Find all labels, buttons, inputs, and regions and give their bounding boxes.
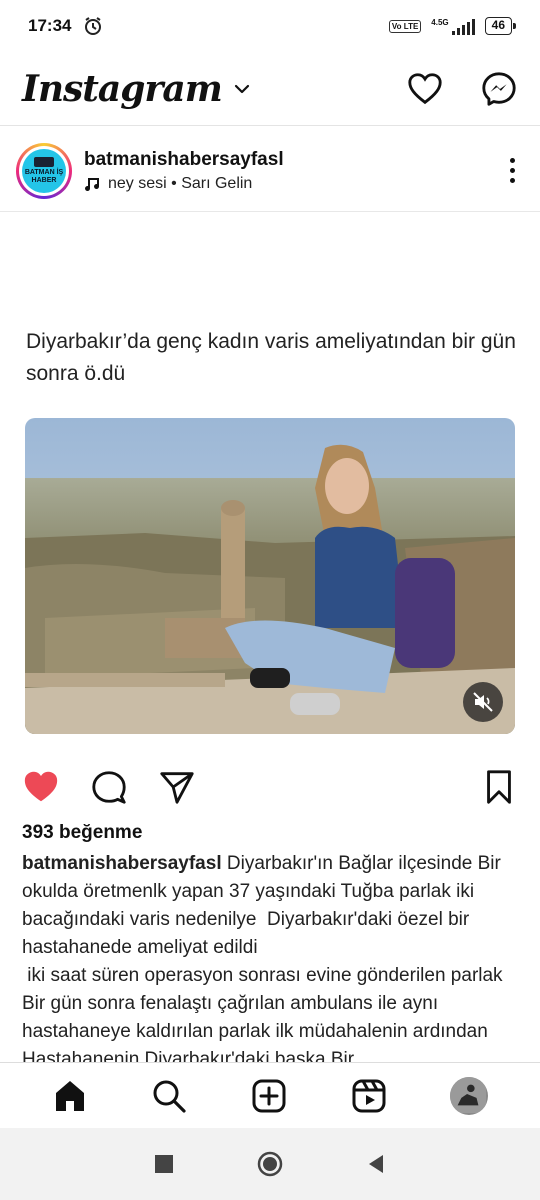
author-avatar[interactable]: BATMAN İŞ HABER: [16, 142, 72, 199]
heart-icon[interactable]: [406, 70, 444, 108]
like-count[interactable]: 393 beğenme: [22, 822, 142, 844]
home-icon[interactable]: [52, 1078, 88, 1114]
author-username[interactable]: batmanishabersayfasl: [84, 149, 500, 171]
brand-switcher[interactable]: Instagram: [22, 68, 252, 110]
mute-toggle-button[interactable]: [463, 682, 503, 722]
audio-label: ney sesi • Sarı Gelin: [108, 174, 253, 192]
signal-icon: [451, 18, 475, 35]
photo-illustration: [25, 418, 515, 734]
create-icon[interactable]: [251, 1078, 287, 1114]
messenger-icon[interactable]: [480, 70, 518, 108]
like-heart-icon[interactable]: [22, 768, 60, 806]
profile-avatar[interactable]: [450, 1076, 489, 1115]
status-left: 17:34: [28, 16, 103, 36]
bottom-nav: [0, 1062, 540, 1128]
battery-icon: 46: [484, 17, 517, 35]
network-label: 4.5G: [431, 17, 449, 27]
avatar-logo-mark: [34, 156, 54, 167]
header-actions: [406, 70, 518, 108]
profile-avatar-image: [450, 1076, 487, 1113]
comment-icon[interactable]: [90, 768, 128, 806]
home-button-icon[interactable]: [257, 1151, 283, 1177]
volte-badge: Vo LTE: [388, 19, 422, 33]
author-avatar-image: BATMAN İŞ HABER: [22, 148, 66, 193]
speaker-muted-icon: [473, 692, 493, 712]
post-headline: Diyarbakır’da genç kadın varis ameliyatı…: [26, 330, 516, 385]
post-meta: batmanishabersayfasl ney sesi • Sarı Gel…: [84, 149, 500, 193]
post-caption: batmanishabersayfasl Diyarbakır'ın Bağla…: [22, 850, 522, 1062]
clock: 17:34: [28, 16, 72, 35]
alarm-icon: [85, 17, 102, 35]
caption-text: Diyarbakır'ın Bağlar ilçesinde Bir okuld…: [22, 853, 503, 1062]
search-icon[interactable]: [151, 1078, 187, 1114]
avatar-text: BATMAN İŞ HABER: [24, 168, 64, 184]
reels-icon[interactable]: [351, 1078, 387, 1114]
audio-attribution[interactable]: ney sesi • Sarı Gelin: [84, 175, 500, 193]
music-note-icon: [85, 177, 99, 191]
status-right: Vo LTE 4.5G 46: [388, 17, 517, 35]
more-options-icon[interactable]: [500, 158, 524, 183]
instagram-logo: Instagram: [22, 67, 223, 110]
status-bar: 17:34 Vo LTE 4.5G 46: [0, 0, 540, 52]
post-actions: [0, 762, 540, 812]
post-photo[interactable]: [25, 418, 515, 734]
system-nav-bar: [0, 1128, 540, 1200]
app-header: Instagram: [0, 52, 540, 126]
share-icon[interactable]: [158, 768, 196, 806]
post-media: Diyarbakır’da genç kadın varis ameliyatı…: [0, 213, 540, 758]
caption-username[interactable]: batmanishabersayfasl: [22, 853, 222, 874]
recent-apps-icon[interactable]: [151, 1151, 177, 1177]
bookmark-icon[interactable]: [480, 768, 518, 806]
back-icon[interactable]: [363, 1151, 389, 1177]
chevron-down-icon: [234, 84, 249, 93]
post-header: BATMAN İŞ HABER batmanishabersayfasl ney…: [0, 130, 540, 212]
